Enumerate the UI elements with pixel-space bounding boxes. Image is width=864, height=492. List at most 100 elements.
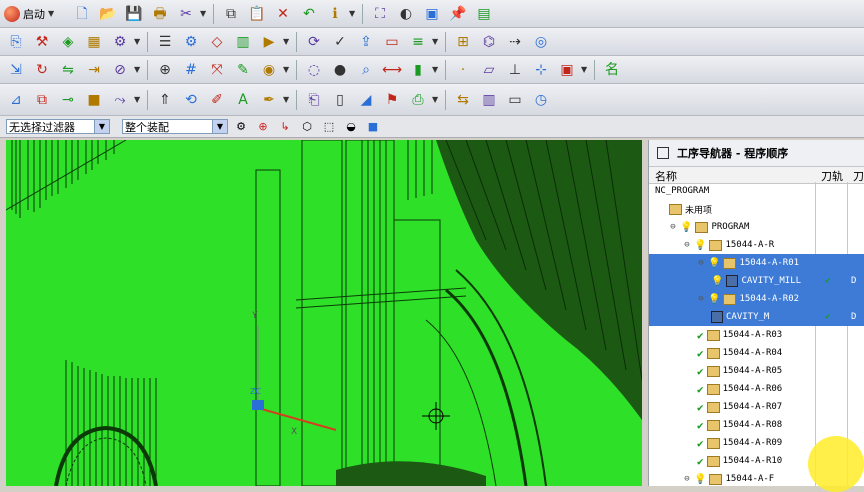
tree-row[interactable]: ⊖ 💡 PROGRAM (649, 218, 864, 236)
pen-icon[interactable]: ✒ (257, 88, 281, 112)
save-icon[interactable]: 💾 (122, 2, 146, 26)
split-icon[interactable]: ⊘ (108, 58, 132, 82)
text-icon[interactable]: A (231, 88, 255, 112)
swap-icon[interactable]: ⇆ (451, 88, 475, 112)
axis-icon[interactable]: ⊥ (503, 58, 527, 82)
replay-path-icon[interactable]: ⟳ (302, 30, 326, 54)
chevron-down-icon[interactable]: ▼ (283, 95, 291, 104)
clsf-icon[interactable]: ≡ (406, 30, 430, 54)
tree-row[interactable]: ⊖ 💡 15044-A-R01 (649, 254, 864, 272)
move-icon[interactable]: ⇲ (4, 58, 28, 82)
copy-icon[interactable]: ⧉ (219, 2, 243, 26)
tree-row[interactable]: ✔ 15044-A-R05 (649, 362, 864, 380)
create-tool-icon[interactable]: ⚒ (30, 30, 54, 54)
filter-settings-icon[interactable]: ⚙ (232, 115, 250, 139)
new-file-icon[interactable]: 🗋 (70, 2, 94, 26)
analyze-icon[interactable]: ⌕ (354, 58, 378, 82)
chevron-down-icon[interactable]: ▼ (432, 65, 440, 74)
start-button[interactable]: 启动 ▼ (4, 5, 68, 22)
machine-view-icon[interactable]: ⚙ (179, 30, 203, 54)
undo-icon[interactable]: ↶ (297, 2, 321, 26)
graphics-viewport[interactable]: Y X ZC (6, 140, 642, 486)
tree-row[interactable]: ✔ 15044-A-R08 (649, 416, 864, 434)
cube-view-icon[interactable]: ▣ (420, 2, 444, 26)
delete-icon[interactable]: ✕ (271, 2, 295, 26)
fit-view-icon[interactable]: ⛶ (368, 2, 392, 26)
tool-list-icon[interactable]: ⊞ (451, 30, 475, 54)
generate-path-icon[interactable]: ▶ (257, 30, 281, 54)
paste-icon[interactable]: 📋 (245, 2, 269, 26)
chevron-down-icon[interactable]: ▼ (432, 37, 440, 46)
collapse-icon[interactable]: ⊖ (697, 294, 705, 304)
pin-icon[interactable]: 📌 (446, 2, 470, 26)
sketch-icon[interactable]: ✐ (205, 88, 229, 112)
chevron-down-icon[interactable]: ▼ (283, 65, 291, 74)
assembly-scope-dropdown[interactable]: 整个装配 ▼ (122, 119, 228, 134)
chevron-down-icon[interactable]: ▼ (581, 65, 589, 74)
create-program-icon[interactable]: ⎘ (4, 30, 28, 54)
machine-tool-icon[interactable]: ⌬ (477, 30, 501, 54)
collapse-icon[interactable]: ⊖ (697, 258, 705, 268)
hide-icon[interactable]: ◌ (302, 58, 326, 82)
open-folder-icon[interactable]: 📂 (96, 2, 120, 26)
tree-row[interactable]: ✔ 15044-A-R03 (649, 326, 864, 344)
tree-row[interactable]: ⊖ 💡 15044-A-R02 (649, 290, 864, 308)
tree-row[interactable]: ✔ 15044-A-R06 (649, 380, 864, 398)
paste-object-icon[interactable]: ⎗ (302, 88, 326, 112)
sweep-icon[interactable]: ⤳ (108, 88, 132, 112)
layer-icon[interactable]: ▤ (472, 2, 496, 26)
info-icon[interactable]: ℹ (323, 2, 347, 26)
chevron-down-icon[interactable]: ▼ (432, 95, 440, 104)
method-view-icon[interactable]: ▥ (231, 30, 255, 54)
point-icon[interactable]: · (451, 58, 475, 82)
tree-row[interactable]: NC_PROGRAM (649, 182, 864, 200)
snap-end-icon[interactable]: ↳ (276, 115, 294, 139)
wcs-icon[interactable]: ⊿ (4, 88, 28, 112)
thickness-icon[interactable]: ▮ (406, 58, 430, 82)
cube-icon[interactable]: ■ (364, 115, 382, 139)
shade-icon[interactable]: ◐ (394, 2, 418, 26)
edit-icon[interactable]: ✎ (231, 58, 255, 82)
cam-icon[interactable]: ▣ (555, 58, 579, 82)
show-icon[interactable]: ● (328, 58, 352, 82)
copy-object-icon[interactable]: ⧉ (30, 88, 54, 112)
tree-row[interactable]: CAVITY_M ✔ D (649, 308, 864, 326)
chevron-down-icon[interactable]: ▼ (349, 9, 357, 18)
printer-icon[interactable]: ⎙ (406, 88, 430, 112)
geometry-view-icon[interactable]: ◇ (205, 30, 229, 54)
rect-select-icon[interactable]: ⬚ (320, 115, 338, 139)
transform-icon[interactable]: ⤧ (205, 58, 229, 82)
view-icon[interactable]: ◒ (342, 115, 360, 139)
flag-icon[interactable]: ⚑ (380, 88, 404, 112)
name-icon[interactable]: 名 (600, 58, 624, 82)
tree-row[interactable]: 未用项 (649, 200, 864, 218)
postprocess-icon[interactable]: ⇪ (354, 30, 378, 54)
feeds-icon[interactable]: ⇢ (503, 30, 527, 54)
sheet-icon[interactable]: ▯ (328, 88, 352, 112)
extrude-icon[interactable]: ⇑ (153, 88, 177, 112)
attach-icon[interactable]: ⊸ (56, 88, 80, 112)
csys-icon[interactable]: ⊹ (529, 58, 553, 82)
revolve-icon[interactable]: ⟲ (179, 88, 203, 112)
selection-filter-dropdown[interactable]: 无选择过滤器 ▼ (6, 119, 110, 134)
chevron-down-icon[interactable]: ▼ (200, 9, 208, 18)
merge-icon[interactable]: ⊕ (153, 58, 177, 82)
chevron-down-icon[interactable]: ▼ (134, 95, 142, 104)
tree-row[interactable]: ✔ 15044-A-R07 (649, 398, 864, 416)
clock-icon[interactable]: ◷ (529, 88, 553, 112)
verify-path-icon[interactable]: ✓ (328, 30, 352, 54)
mirror-icon[interactable]: ⇋ (56, 58, 80, 82)
collapse-icon[interactable]: ⊖ (669, 222, 677, 232)
rotate-icon[interactable]: ↻ (30, 58, 54, 82)
tree-row[interactable]: 💡 CAVITY_MILL ✔ D (649, 272, 864, 290)
chevron-down-icon[interactable]: ▼ (134, 37, 142, 46)
collapse-icon[interactable]: ⊖ (683, 474, 691, 484)
create-geometry-icon[interactable]: ◈ (56, 30, 80, 54)
measure-distance-icon[interactable]: ◢ (354, 88, 378, 112)
program-view-icon[interactable]: ☰ (153, 30, 177, 54)
grid-icon[interactable]: # (179, 58, 203, 82)
collapse-icon[interactable]: ⊖ (683, 240, 691, 250)
offset-icon[interactable]: ⇥ (82, 58, 106, 82)
display-icon[interactable]: ◉ (257, 58, 281, 82)
plane-icon[interactable]: ▱ (477, 58, 501, 82)
